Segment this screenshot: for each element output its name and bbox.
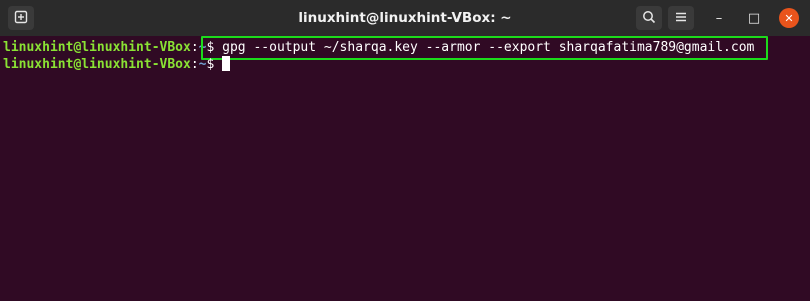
terminal-line: linuxhint@linuxhint-VBox:~$ — [3, 56, 231, 73]
text-cursor — [222, 56, 231, 71]
prompt-user-host: linuxhint@linuxhint-VBox — [3, 40, 191, 55]
maximize-button[interactable]: □ — [744, 8, 764, 28]
title-bar[interactable]: linuxhint@linuxhint-VBox: ~ – □ ✕ — [0, 0, 810, 36]
prompt-colon: : — [190, 40, 199, 55]
prompt-user-host: linuxhint@linuxhint-VBox — [3, 57, 191, 72]
hamburger-menu-icon — [674, 9, 688, 28]
terminal-window: linuxhint@linuxhint-VBox: ~ – □ ✕ linuxh… — [0, 0, 810, 301]
search-button[interactable] — [636, 6, 662, 30]
terminal-area[interactable]: linuxhint@linuxhint-VBox:~$ gpg --output… — [0, 36, 810, 301]
maximize-icon: □ — [747, 10, 761, 26]
command-highlight-box — [201, 36, 768, 60]
new-tab-icon — [14, 9, 28, 28]
search-icon — [642, 9, 656, 28]
close-button[interactable]: ✕ — [779, 8, 799, 28]
menu-button[interactable] — [668, 6, 694, 30]
minimize-button[interactable]: – — [709, 8, 729, 28]
prompt-colon: : — [190, 57, 199, 72]
prompt-path: ~ — [198, 57, 207, 72]
command-input[interactable] — [214, 57, 222, 72]
new-tab-button[interactable] — [8, 6, 34, 30]
close-icon: ✕ — [784, 11, 794, 25]
minimize-icon: – — [715, 10, 723, 26]
